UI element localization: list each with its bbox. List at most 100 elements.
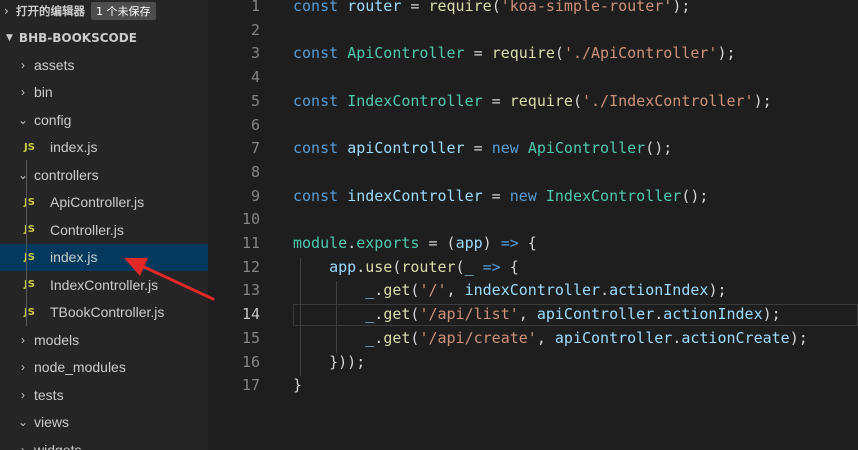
code-line: 17} [208,374,858,398]
open-editors-header[interactable]: › 打开的编辑器 1 个未保存 [0,0,208,22]
code-line: 8 [208,161,858,185]
code-line: 1 const router = require('koa-simple-rout… [208,0,858,19]
line-number: 13 [241,281,260,300]
code-text: module.exports = (app) => { [293,234,537,252]
tree-item-label: models [34,331,80,348]
line-number: 16 [241,352,260,371]
chevron-right-icon: › [21,387,25,402]
tree-indent-guide [26,160,27,326]
tree-folder[interactable]: › bin [0,79,208,106]
tree-item-label: IndexController.js [50,276,159,293]
code-line: 15 _.get('/api/create', apiController.ac… [208,327,858,351]
chevron-right-icon: › [21,85,25,99]
line-number: 4 [250,68,260,87]
line-number: 14 [241,305,260,324]
unsaved-badge: 1 个未保存 [91,2,156,20]
chevron-right-icon: › [21,360,25,374]
code-text: _.get('/api/create', apiController.actio… [365,328,808,347]
code-text: const IndexController = require('./Index… [293,91,772,110]
tree-item-label: Controller.js [50,221,124,238]
project-name: BHB-BOOKSCODE [18,31,137,45]
tree-item-label: index.js [50,139,98,155]
code-line: 14 _.get('/api/list', apiController.acti… [208,303,858,327]
tree-item-label: tests [34,386,64,403]
code-line: 11 module.exports = (app) => { [208,232,858,256]
tree-item-label: ApiController.js [50,194,145,210]
tree-item-label: views [34,414,70,430]
line-number: 11 [241,234,260,252]
line-number: 17 [241,376,260,395]
code-line: 3 const ApiController = require('./ApiCon… [208,42,858,66]
tree-folder[interactable]: ⌄ config [0,106,208,133]
code-text: _.get('/', indexController.actionIndex); [365,281,727,300]
tree-folder[interactable]: › models [0,326,208,353]
chevron-down-icon: ⌄ [17,167,29,182]
tree-folder[interactable]: › tests [0,381,208,408]
line-number: 6 [250,115,260,134]
tree-folder[interactable]: › assets [0,51,208,78]
chevron-right-icon: › [21,442,25,450]
js-file-icon: JS [24,306,35,318]
line-number: 9 [250,186,260,205]
chevron-right-icon: › [21,332,25,347]
chevron-right-icon: › [21,57,25,72]
tree-file[interactable]: JS index.js [0,134,208,161]
js-file-icon: JS [24,224,35,235]
chevron-down-icon: ⌄ [17,415,29,429]
line-number: 15 [241,328,260,347]
code-line: 10 [208,208,858,232]
tree-folder[interactable]: › widgets [0,436,208,450]
tree-item-label: TBookController.js [50,304,165,320]
tree-file[interactable]: JS Controller.js [0,216,208,243]
tree-folder[interactable]: ⌄ views [0,409,208,436]
line-number: 7 [250,139,260,158]
code-line: 6 [208,114,858,138]
code-line: 5 const IndexController = require('./Inde… [208,90,858,114]
code-line: 16 })); [208,351,858,375]
code-text: })); [329,352,366,371]
tree-item-label: index.js [50,249,98,265]
code-text: const router = require('koa-simple-route… [293,0,691,15]
code-editor[interactable]: 1 const router = require('koa-simple-rout… [208,0,858,450]
line-number: 12 [241,257,260,276]
tree-item-label: bin [34,84,53,100]
line-number: 2 [250,20,260,39]
code-line: 12 app.use(router(_ => { [208,256,858,280]
tree-file[interactable]: JS IndexController.js [0,271,208,298]
code-line: 9 const indexController = new IndexContro… [208,185,858,209]
tree-file[interactable]: JS index.js [0,243,208,271]
chevron-right-icon: › [4,4,9,18]
tree-folder[interactable]: ⌄ controllers [0,161,208,188]
line-number: 1 [250,0,260,15]
code-text: const indexController = new IndexControl… [293,186,709,205]
js-file-icon: JS [24,279,35,290]
chevron-down-icon: ▼ [6,33,13,43]
js-file-icon: JS [24,251,35,263]
line-number: 8 [250,162,260,181]
project-header[interactable]: ▼ BHB-BOOKSCODE [0,27,208,49]
code-text: _.get('/api/list', apiController.actionI… [365,305,781,324]
line-number: 10 [241,210,260,229]
code-line: 13 _.get('/', indexController.actionInde… [208,279,858,303]
tree-item-label: config [34,111,72,128]
code-line: 4 [208,66,858,90]
line-number: 3 [250,44,260,63]
tree-folder[interactable]: › node_modules [0,354,208,381]
code-text: } [293,376,303,395]
open-editors-label: 打开的编辑器 [16,4,85,18]
tree-item-label: widgets [34,441,82,450]
tree-item-label: controllers [34,166,99,183]
code-line: 7 const apiController = new ApiController… [208,137,858,161]
code-text: app.use(router(_ => { [329,257,519,276]
tree-file[interactable]: JS TBookController.js [0,299,208,326]
code-line: 2 [208,19,858,43]
code-text: const apiController = new ApiController(… [293,139,673,158]
tree-item-label: node_modules [34,359,126,375]
tree-file[interactable]: JS ApiController.js [0,189,208,216]
js-file-icon: JS [24,141,35,153]
js-file-icon: JS [24,196,35,208]
tree-item-label: assets [34,56,75,73]
line-number: 5 [250,91,260,110]
code-text: const ApiController = require('./ApiCont… [293,44,736,63]
explorer-sidebar: › 打开的编辑器 1 个未保存 ▼ BHB-BOOKSCODE › assets ›… [0,0,208,450]
